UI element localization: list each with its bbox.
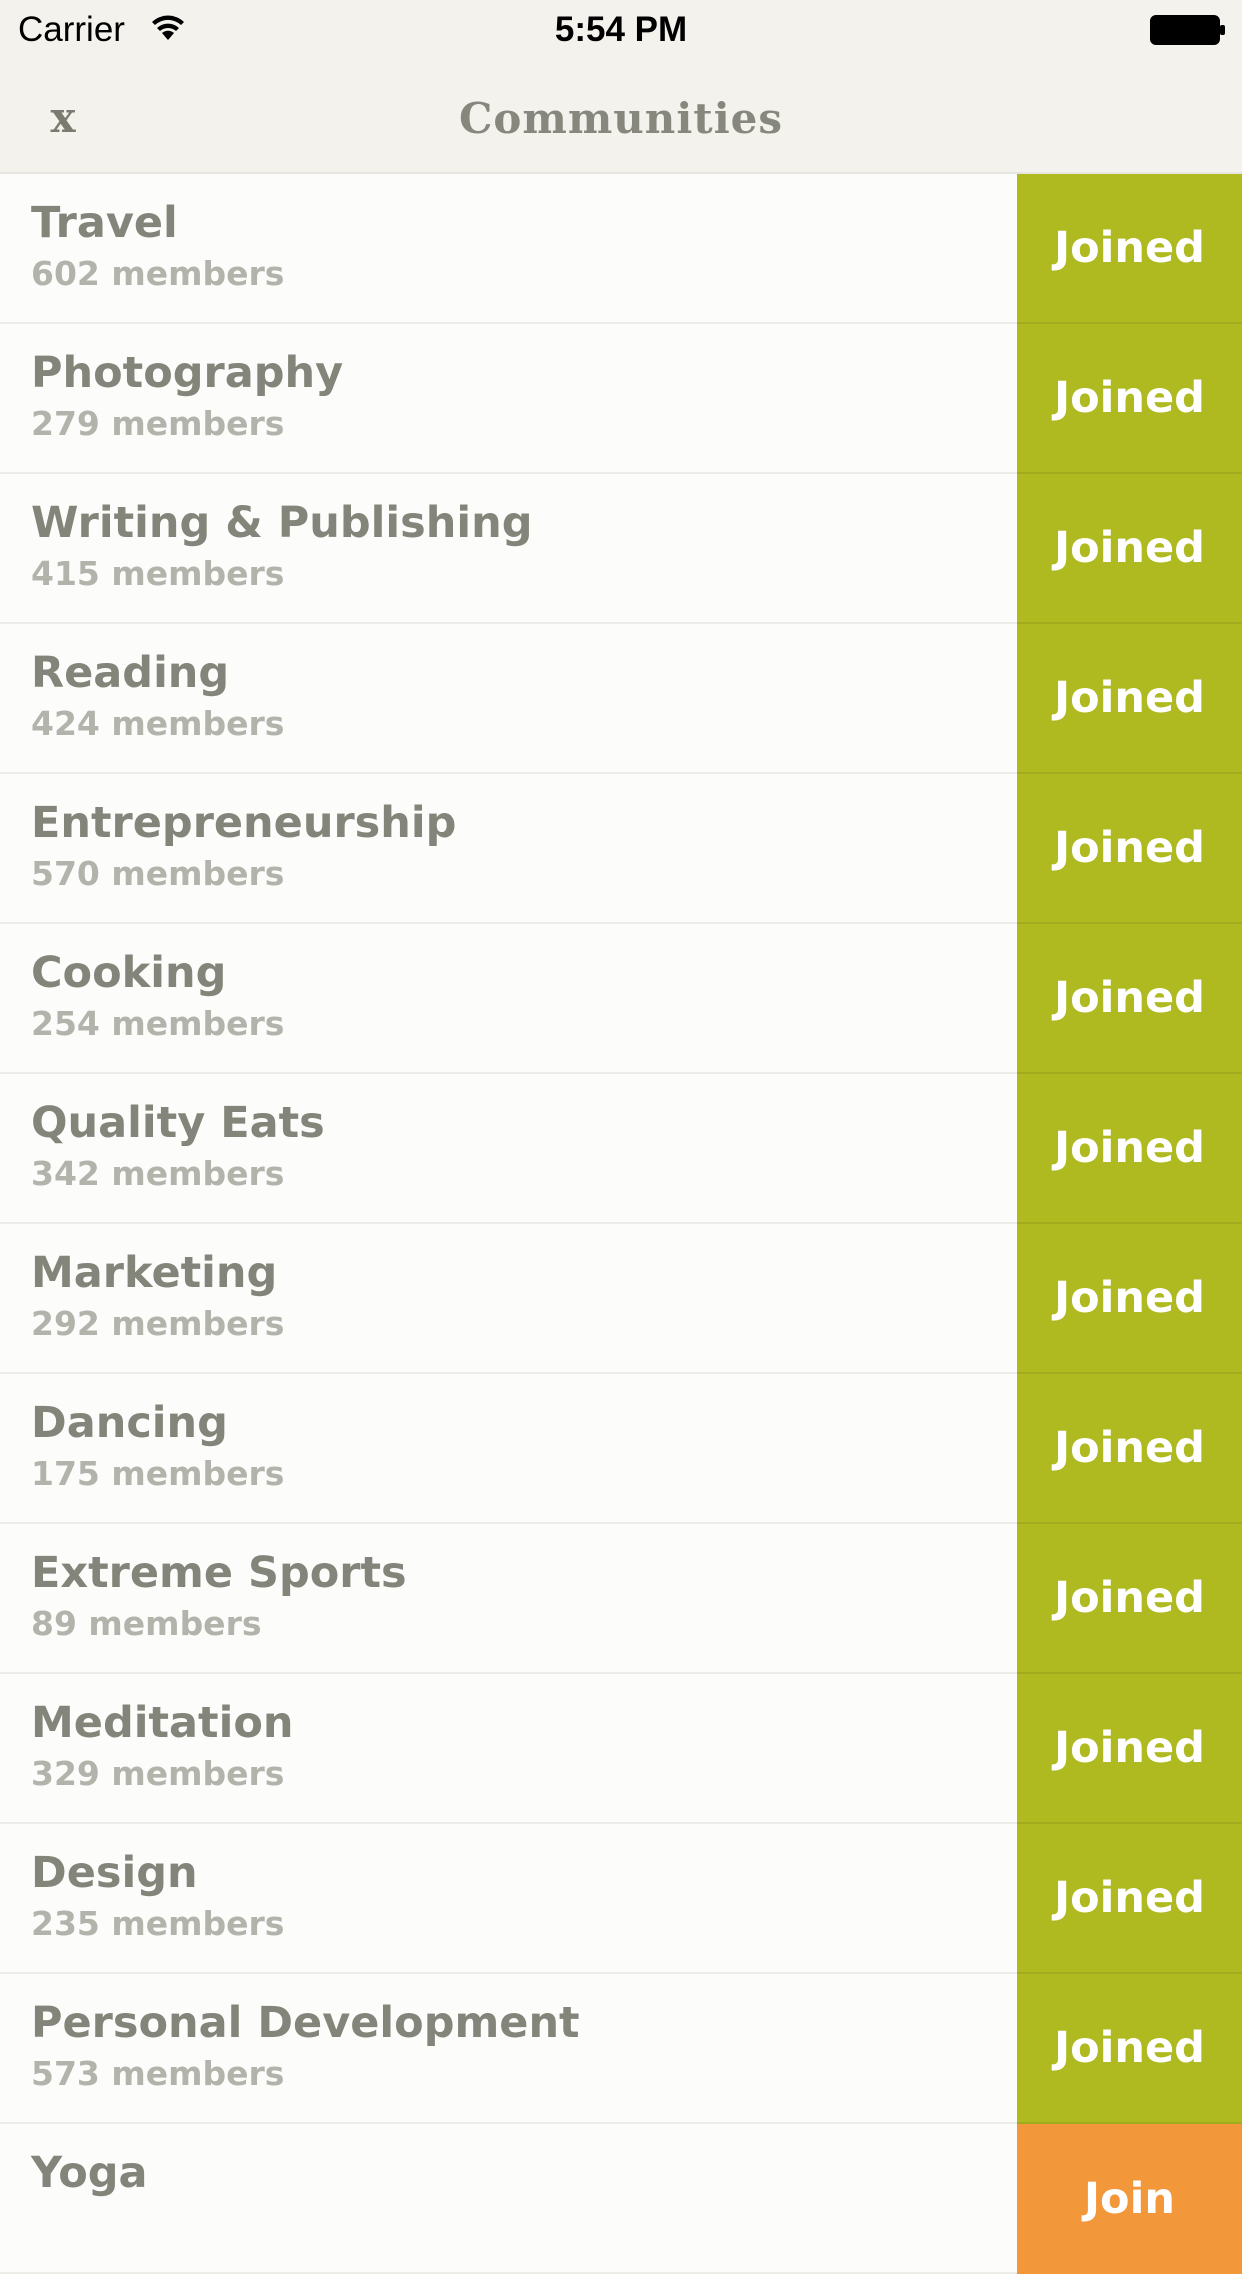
member-count: 89 members: [31, 1604, 262, 1643]
community-name: Photography: [31, 348, 344, 398]
community-row[interactable]: Quality Eats 342 members Joined: [0, 1074, 1242, 1224]
member-count: 292 members: [31, 1304, 285, 1343]
joined-button[interactable]: Joined: [1017, 1224, 1242, 1374]
joined-button[interactable]: Joined: [1017, 1824, 1242, 1974]
community-row[interactable]: Reading 424 members Joined: [0, 624, 1242, 774]
status-bar: Carrier 5:54 PM: [0, 0, 1242, 62]
community-row[interactable]: Marketing 292 members Joined: [0, 1224, 1242, 1374]
community-name: Extreme Sports: [31, 1548, 407, 1598]
community-name: Travel: [31, 198, 178, 248]
joined-button[interactable]: Joined: [1017, 924, 1242, 1074]
battery-icon: [1150, 15, 1225, 45]
member-count: 329 members: [31, 1754, 285, 1793]
community-row[interactable]: Entrepreneurship 570 members Joined: [0, 774, 1242, 924]
member-count: 415 members: [31, 554, 285, 593]
member-count: 235 members: [31, 1904, 285, 1943]
community-row[interactable]: Design 235 members Joined: [0, 1824, 1242, 1974]
community-name: Design: [31, 1848, 198, 1898]
community-row[interactable]: Cooking 254 members Joined: [0, 924, 1242, 1074]
joined-button[interactable]: Joined: [1017, 1524, 1242, 1674]
joined-button[interactable]: Joined: [1017, 1674, 1242, 1824]
community-row[interactable]: Meditation 329 members Joined: [0, 1674, 1242, 1824]
member-count: 424 members: [31, 704, 285, 743]
community-name: Dancing: [31, 1398, 228, 1448]
join-button[interactable]: Join: [1017, 2124, 1242, 2274]
community-name: Cooking: [31, 948, 227, 998]
community-name: Reading: [31, 648, 230, 698]
member-count: 602 members: [31, 254, 285, 293]
joined-button[interactable]: Joined: [1017, 624, 1242, 774]
navigation-bar: x Communities: [0, 62, 1242, 174]
joined-button[interactable]: Joined: [1017, 1374, 1242, 1524]
community-name: Meditation: [31, 1698, 294, 1748]
community-row[interactable]: Yoga Join: [0, 2124, 1242, 2274]
member-count: 175 members: [31, 1454, 285, 1493]
community-name: Marketing: [31, 1248, 278, 1298]
community-name: Entrepreneurship: [31, 798, 457, 848]
member-count: 570 members: [31, 854, 285, 893]
member-count: 254 members: [31, 1004, 285, 1043]
community-row[interactable]: Writing & Publishing 415 members Joined: [0, 474, 1242, 624]
member-count: 573 members: [31, 2054, 285, 2093]
community-row[interactable]: Extreme Sports 89 members Joined: [0, 1524, 1242, 1674]
community-row[interactable]: Photography 279 members Joined: [0, 324, 1242, 474]
community-name: Yoga: [31, 2148, 148, 2198]
community-name: Writing & Publishing: [31, 498, 533, 548]
community-name: Personal Development: [31, 1998, 580, 2048]
joined-button[interactable]: Joined: [1017, 174, 1242, 324]
joined-button[interactable]: Joined: [1017, 1974, 1242, 2124]
page-title: Communities: [458, 94, 784, 143]
joined-button[interactable]: Joined: [1017, 774, 1242, 924]
community-name: Quality Eats: [31, 1098, 325, 1148]
joined-button[interactable]: Joined: [1017, 474, 1242, 624]
community-list: Travel 602 members Joined Photography 279 me…: [0, 174, 1242, 2274]
community-row[interactable]: Dancing 175 members Joined: [0, 1374, 1242, 1524]
member-count: 342 members: [31, 1154, 285, 1193]
member-count: 279 members: [31, 404, 285, 443]
joined-button[interactable]: Joined: [1017, 1074, 1242, 1224]
community-row[interactable]: Travel 602 members Joined: [0, 174, 1242, 324]
community-row[interactable]: Personal Development 573 members Joined: [0, 1974, 1242, 2124]
joined-button[interactable]: Joined: [1017, 324, 1242, 474]
status-time: 5:54 PM: [554, 10, 688, 49]
